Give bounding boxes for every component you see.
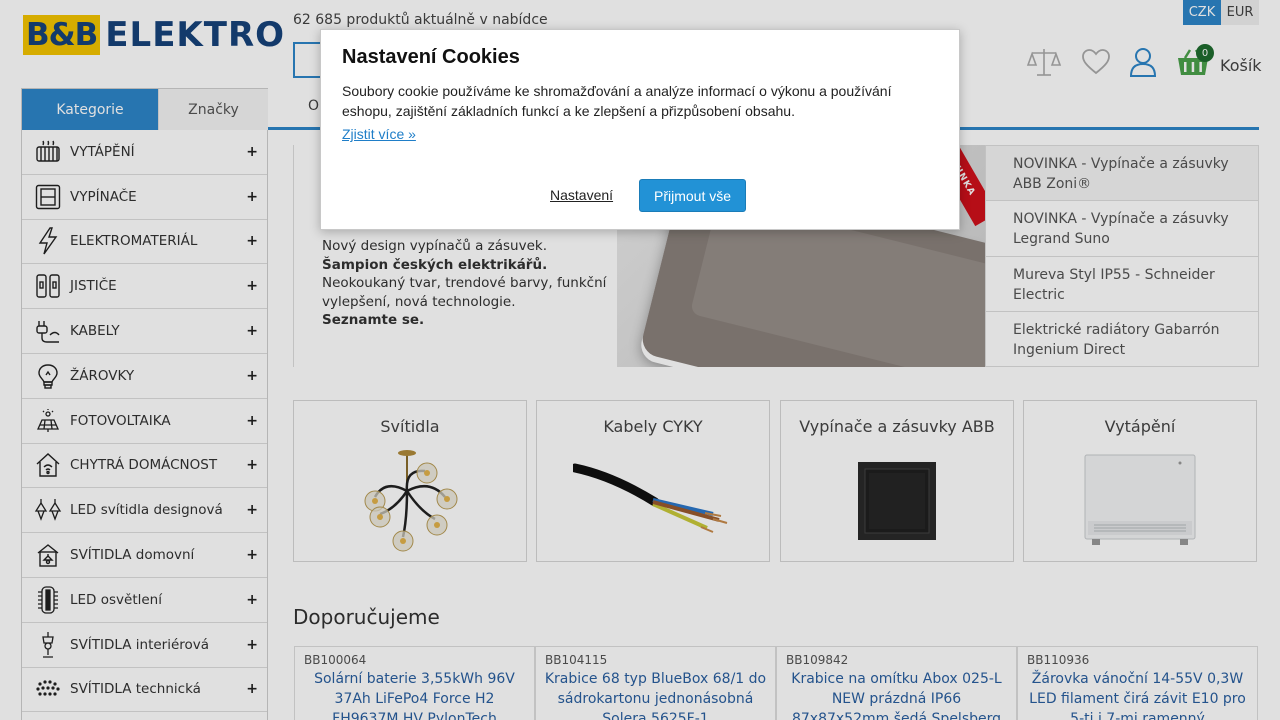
cookie-consent-dialog: Nastavení Cookies Soubory cookie používá… [320,29,960,230]
cookie-settings-button[interactable]: Nastavení [550,187,613,203]
cookie-dialog-text: Soubory cookie používáme ke shromažďován… [342,83,892,119]
learn-more-link[interactable]: Zjistit více » [342,126,416,142]
cookie-dialog-title: Nastavení Cookies [342,46,520,68]
accept-all-button[interactable]: Přijmout vše [639,179,746,212]
